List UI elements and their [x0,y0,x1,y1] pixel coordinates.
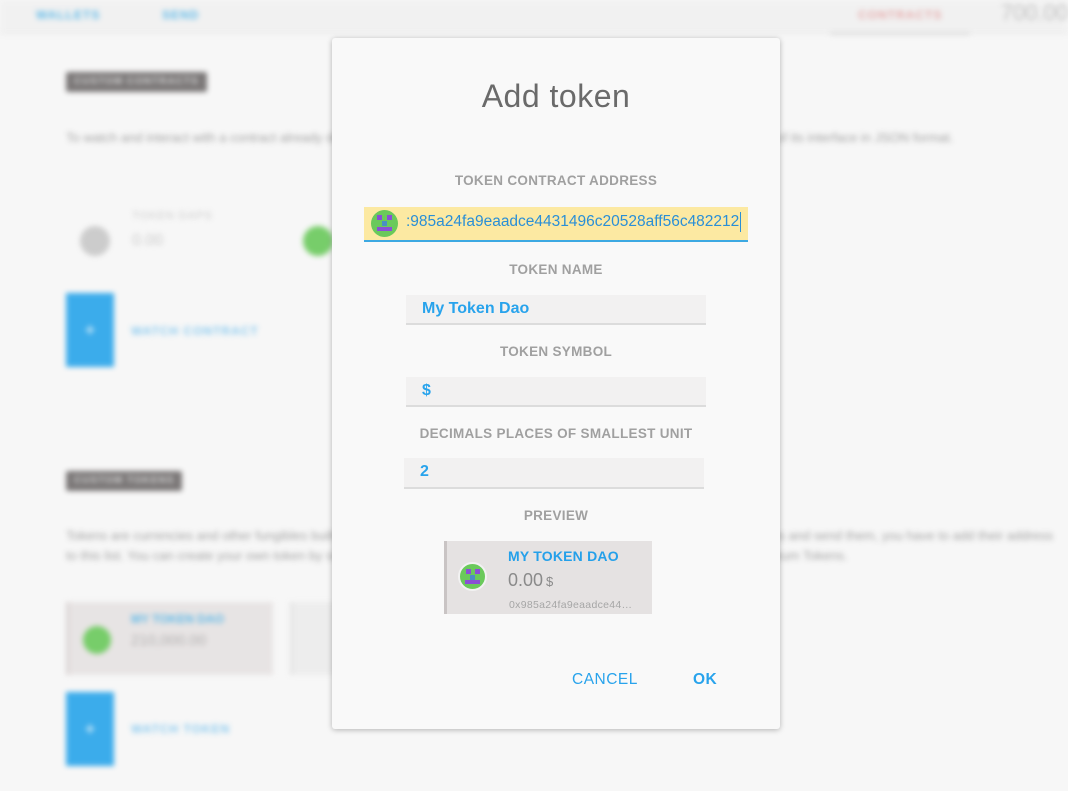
identicon-icon [458,562,487,591]
watch-contract-plus-button[interactable]: + [66,293,114,367]
decimals-label: DECIMALS PLACES OF SMALLEST UNIT [419,426,693,441]
token-card-value: 210,000.00 [131,632,207,649]
token-symbol-label: TOKEN SYMBOL [499,344,613,359]
token-name-input[interactable]: My Token Dao [406,295,706,325]
identicon-icon [83,626,111,654]
ok-button[interactable]: OK [693,671,717,689]
token-card-name: MY TOKEN DAO [131,612,224,626]
decimals-input[interactable]: 2 [404,458,704,489]
contract-avatar [303,226,333,256]
wallet-value: 0.00 [132,232,164,249]
nav-send[interactable]: SEND [162,8,199,22]
custom-tokens-heading: CUSTOM TOKENS [66,471,183,491]
dialog-title: Add token [481,78,631,114]
nav-wallets[interactable]: WALLETS [36,8,100,22]
balance-display: 700.00 [1000,0,1068,25]
token-card[interactable]: MY TOKEN DAO 210,000.00 [66,602,273,675]
preview-balance: 0.00 $ [508,570,553,591]
preview-address: 0x985a24fa9eaadce44… [509,599,633,611]
token-address-input[interactable]: :985a24fa9eaadce4431496c20528aff56c48221… [364,207,748,242]
text-caret [740,211,742,232]
custom-contracts-heading: CUSTOM CONTRACTS [66,72,207,92]
watch-token-plus-button[interactable]: + [66,692,114,766]
token-name-label: TOKEN NAME [509,262,603,277]
preview-token-name: MY TOKEN DAO [508,548,619,564]
address-label: TOKEN CONTRACT ADDRESS [454,173,658,188]
preview-balance-value: 0.00 [508,570,544,590]
token-symbol-input[interactable]: $ [406,377,706,407]
token-address-value: :985a24fa9eaadce4431496c20528aff56c48221… [406,211,742,232]
nav-contracts[interactable]: CONTRACTS [858,8,942,22]
watch-contract-link[interactable]: WATCH CONTRACT [131,324,259,338]
identicon-icon [371,210,398,237]
top-navigation: WALLETS SEND CONTRACTS 700.00 [0,0,1068,35]
preview-symbol: $ [546,574,554,589]
preview-label: PREVIEW [523,508,589,523]
wallet-avatar [80,226,110,256]
active-tab-indicator [830,32,970,35]
wallet-name: TOKEN DAPS [132,210,213,222]
add-token-dialog: Add token TOKEN CONTRACT ADDRESS :985a24… [332,38,780,729]
token-preview-card: MY TOKEN DAO 0.00 $ 0x985a24fa9eaadce44… [444,541,652,614]
cancel-button[interactable]: CANCEL [572,671,638,689]
watch-token-link[interactable]: WATCH TOKEN [131,722,230,736]
